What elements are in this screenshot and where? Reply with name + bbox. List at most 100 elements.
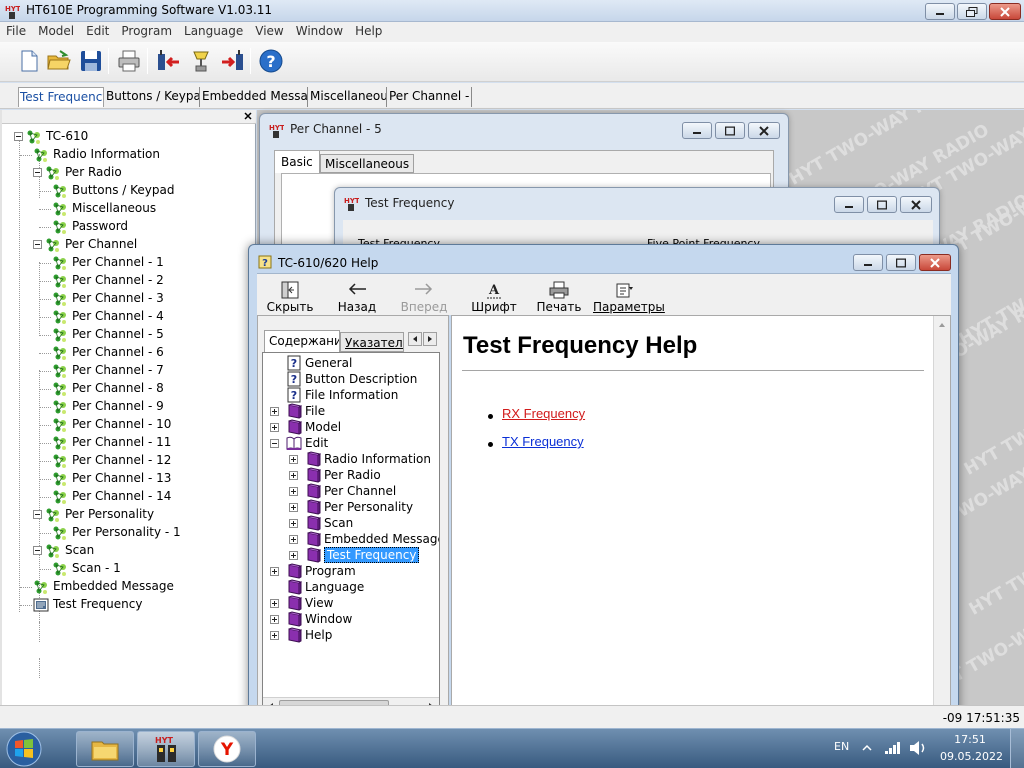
expand-toggle[interactable] [289, 487, 298, 496]
tree-node[interactable]: Per Channel - 13 [2, 470, 252, 488]
taskbar-explorer[interactable] [76, 731, 134, 767]
expand-toggle[interactable] [270, 567, 279, 576]
help-tree-node[interactable]: Program [263, 563, 439, 579]
tree-node[interactable]: Scan - 1 [2, 560, 252, 578]
expand-toggle[interactable] [289, 535, 298, 544]
tree-node[interactable]: Per Channel - 12 [2, 452, 252, 470]
help-tree-node[interactable]: Window [263, 611, 439, 627]
help-tree-node[interactable]: Help [263, 627, 439, 643]
collapse-toggle[interactable] [33, 546, 42, 555]
forward-button[interactable]: Вперед [399, 276, 449, 316]
show-desktop-button[interactable] [1010, 729, 1024, 768]
tree-node[interactable]: Per Personality [2, 506, 252, 524]
menu-program[interactable]: Program [115, 22, 178, 38]
tree-node[interactable]: Per Channel - 7 [2, 362, 252, 380]
minimize-button[interactable] [853, 254, 883, 271]
back-button[interactable]: Назад [335, 276, 379, 316]
collapse-toggle[interactable] [33, 510, 42, 519]
expand-toggle[interactable] [270, 615, 279, 624]
tab-buttons-keypad[interactable]: Buttons / Keypad [105, 87, 200, 107]
expand-toggle[interactable] [289, 551, 298, 560]
help-icon[interactable]: ? [258, 48, 284, 74]
tree-node[interactable]: Password [2, 218, 252, 236]
tab-scroll-left-button[interactable] [408, 332, 422, 346]
tree-node[interactable]: TC-610 [2, 128, 252, 146]
expand-toggle[interactable] [270, 407, 279, 416]
help-tree-node[interactable]: ? File Information [263, 387, 439, 403]
tree-node[interactable]: Per Channel - 4 [2, 308, 252, 326]
expand-toggle[interactable] [289, 519, 298, 528]
help-tree-node[interactable]: Per Channel [263, 483, 439, 499]
read-radio-icon[interactable] [155, 48, 181, 74]
tab-miscellaneous[interactable]: Miscellaneous [309, 87, 387, 107]
hide-button[interactable]: Скрыть [265, 276, 315, 316]
menu-view[interactable]: View [249, 22, 289, 38]
restore-button[interactable] [957, 3, 987, 20]
tree-node[interactable]: Test Frequency [2, 596, 252, 614]
maximize-button[interactable] [886, 254, 916, 271]
help-vertical-scrollbar[interactable] [933, 316, 950, 718]
close-button[interactable] [900, 196, 932, 213]
tab-scroll-right-button[interactable] [423, 332, 437, 346]
help-tree-node[interactable]: Per Radio [263, 467, 439, 483]
help-tree-node[interactable]: File [263, 403, 439, 419]
open-folder-icon[interactable] [46, 48, 72, 74]
close-button[interactable] [989, 3, 1021, 20]
print-icon[interactable] [116, 48, 142, 74]
help-tree-node[interactable]: ? General [263, 355, 439, 371]
menu-file[interactable]: File [0, 22, 32, 38]
panel-close-icon[interactable] [244, 112, 252, 120]
taskbar-yandex-browser[interactable]: Y [198, 731, 256, 767]
options-button[interactable]: Параметры [593, 276, 665, 316]
tab-contents[interactable]: Содержание [264, 330, 340, 352]
clock-time[interactable]: 17:51 [940, 733, 1000, 746]
tree-node[interactable]: Miscellaneous [2, 200, 252, 218]
tab-basic[interactable]: Basic [275, 151, 320, 173]
help-tree-node[interactable]: Language [263, 579, 439, 595]
taskbar-programming-software[interactable]: HYT [137, 731, 195, 767]
expand-toggle[interactable] [289, 455, 298, 464]
menu-window[interactable]: Window [290, 22, 349, 38]
menu-language[interactable]: Language [178, 22, 249, 38]
print-help-button[interactable]: Печать [534, 276, 584, 316]
expand-toggle[interactable] [270, 423, 279, 432]
collapse-toggle[interactable] [270, 439, 279, 448]
minimize-button[interactable] [682, 122, 712, 139]
help-tree-node[interactable]: Per Personality [263, 499, 439, 515]
tree-node[interactable]: Per Personality - 1 [2, 524, 252, 542]
minimize-button[interactable] [925, 3, 955, 20]
tree-node[interactable]: Per Channel - 3 [2, 290, 252, 308]
tab-per-channel-5[interactable]: Per Channel - 5 [388, 87, 472, 107]
close-button[interactable] [919, 254, 951, 271]
close-button[interactable] [748, 122, 780, 139]
tree-node[interactable]: Buttons / Keypad [2, 182, 252, 200]
expand-toggle[interactable] [270, 599, 279, 608]
help-tree-node[interactable]: Embedded Message [263, 531, 439, 547]
tree-node[interactable]: Per Radio [2, 164, 252, 182]
write-radio-icon[interactable] [220, 48, 246, 74]
tab-embedded-message[interactable]: Embedded Message [201, 87, 308, 107]
tree-node[interactable]: Per Channel - 6 [2, 344, 252, 362]
program-radio-icon[interactable] [188, 48, 214, 74]
help-tree-node[interactable]: ? Button Description [263, 371, 439, 387]
tab-test-frequency[interactable]: Test Frequency [18, 87, 104, 107]
tree-node[interactable]: Per Channel - 9 [2, 398, 252, 416]
help-tree-node[interactable]: Test Frequency [263, 547, 439, 563]
help-tree-node[interactable]: Radio Information [263, 451, 439, 467]
tree-node[interactable]: Per Channel - 5 [2, 326, 252, 344]
start-button[interactable] [4, 730, 44, 768]
rx-frequency-link[interactable]: RX Frequency [502, 406, 585, 421]
menu-model[interactable]: Model [32, 22, 80, 38]
volume-icon[interactable] [908, 740, 928, 756]
tree-node[interactable]: Scan [2, 542, 252, 560]
tab-miscellaneous-child[interactable]: Miscellaneous [320, 154, 415, 173]
help-tree-node[interactable]: Scan [263, 515, 439, 531]
collapse-toggle[interactable] [33, 240, 42, 249]
clock-date[interactable]: 09.05.2022 [940, 750, 1003, 763]
help-tree-node[interactable]: View [263, 595, 439, 611]
tree-node[interactable]: Per Channel - 14 [2, 488, 252, 506]
tab-index[interactable]: Указатель [340, 332, 404, 352]
tree-node[interactable]: Embedded Message [2, 578, 252, 596]
network-icon[interactable] [884, 741, 902, 755]
expand-toggle[interactable] [289, 471, 298, 480]
